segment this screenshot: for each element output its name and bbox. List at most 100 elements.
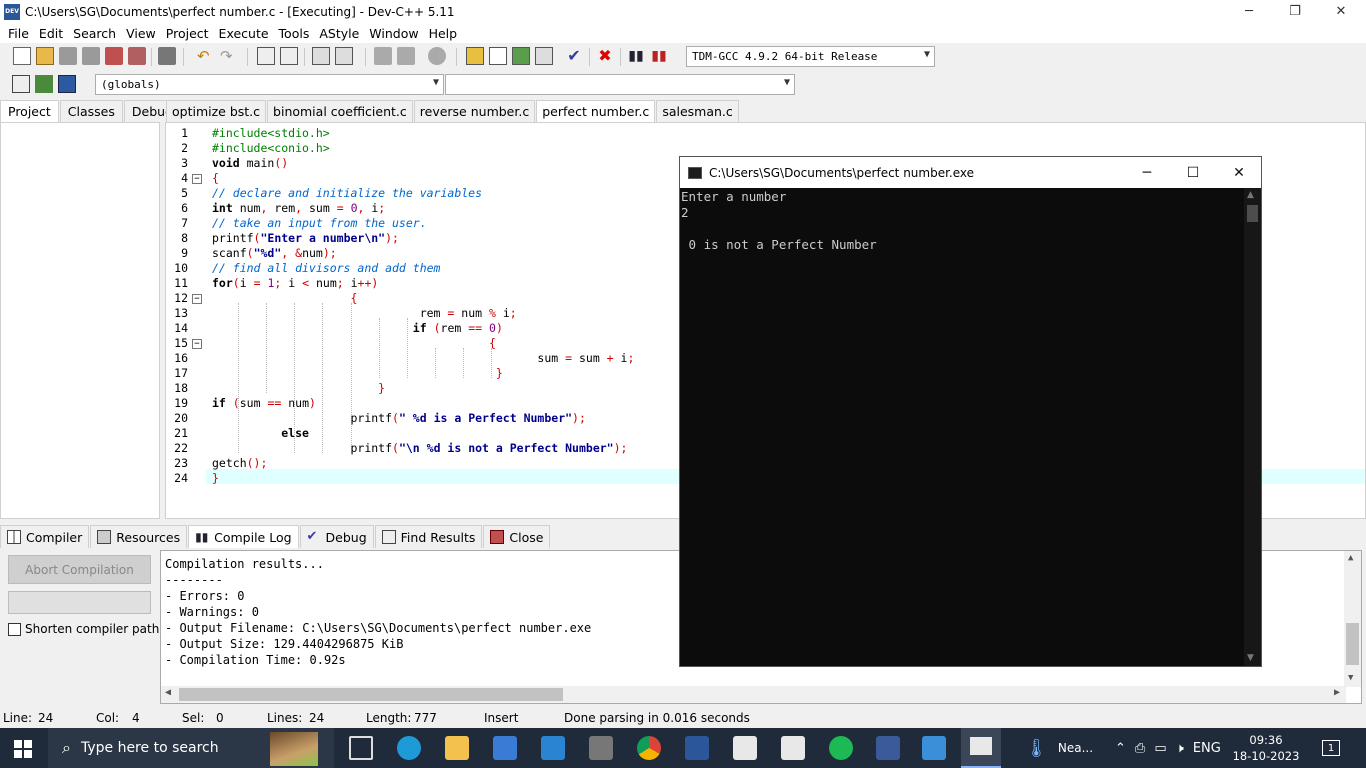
run-icon[interactable]	[489, 47, 507, 65]
console-minimize-button[interactable]: ─	[1124, 157, 1170, 188]
shorten-paths-checkbox[interactable]	[8, 622, 21, 636]
tab-compile-log[interactable]: ▮▮ Compile Log	[188, 525, 299, 548]
spotify-icon[interactable]	[829, 736, 853, 760]
stop-execution-icon[interactable]: ✖	[596, 47, 614, 65]
console-close-button[interactable]: ✕	[1216, 157, 1262, 188]
mail-icon[interactable]	[541, 736, 565, 760]
shorten-paths-option[interactable]: Shorten compiler paths	[8, 622, 166, 636]
tab-project[interactable]: Project	[0, 100, 59, 122]
clock-date: 18-10-2023	[1232, 749, 1300, 763]
word-icon[interactable]	[685, 736, 709, 760]
menu-project[interactable]: Project	[161, 26, 214, 41]
file-explorer-icon[interactable]	[445, 736, 469, 760]
weather-text: Nea...	[1057, 741, 1094, 755]
volume-muted-icon[interactable]: 🕨	[1176, 741, 1184, 756]
edge-browser-icon[interactable]	[397, 736, 421, 760]
code-line: else	[281, 426, 309, 440]
console-scrollbar[interactable]: ▲ ▼	[1244, 188, 1261, 666]
notification-center[interactable]: 1	[1322, 728, 1340, 768]
restore-button[interactable]: ❐	[1272, 0, 1318, 23]
menu-execute[interactable]: Execute	[214, 26, 274, 41]
menu-view[interactable]: View	[121, 26, 161, 41]
print-icon[interactable]	[158, 47, 176, 65]
menu-tools[interactable]: Tools	[274, 26, 315, 41]
weather-widget[interactable]: 🌡 Nea...	[1025, 728, 1093, 768]
open-file-icon[interactable]	[36, 47, 54, 65]
file-tab-salesman[interactable]: salesman.c	[656, 100, 739, 122]
syntax-check-icon[interactable]: ✔	[565, 47, 583, 65]
unindent-icon[interactable]	[374, 47, 392, 65]
redo-icon[interactable]: ↷	[220, 47, 238, 65]
chrome-icon[interactable]	[637, 736, 661, 760]
network-icon[interactable]: ⎙	[1135, 741, 1145, 756]
line-number: 20	[174, 411, 188, 425]
delete-profile-icon[interactable]: ▮▮	[650, 47, 668, 65]
tab-close[interactable]: Close	[483, 525, 551, 548]
minimize-button[interactable]: ─	[1226, 0, 1272, 23]
close-file-icon[interactable]	[105, 47, 123, 65]
window-titlebar: DEV C:\Users\SG\Documents\perfect number…	[0, 0, 1366, 23]
notepad-icon[interactable]	[733, 736, 757, 760]
scope-select[interactable]: (globals) ▼	[95, 74, 444, 95]
menu-file[interactable]: File	[3, 26, 34, 41]
tab-debug-output[interactable]: ✔ Debug	[299, 525, 374, 548]
console-taskbar-button[interactable]	[961, 728, 1001, 768]
fold-marker-icon[interactable]: −	[192, 174, 202, 184]
menu-search[interactable]: Search	[68, 26, 121, 41]
file-tab-perfect-number[interactable]: perfect number.c	[536, 100, 656, 122]
file-tab-reverse-number[interactable]: reverse number.c	[413, 100, 536, 122]
console-maximize-button[interactable]: ☐	[1170, 157, 1216, 188]
insert-icon[interactable]	[35, 75, 53, 93]
save-icon[interactable]	[59, 47, 77, 65]
undo-icon[interactable]: ↶	[197, 47, 215, 65]
tab-compiler[interactable]: Compiler	[0, 525, 90, 548]
replace-icon[interactable]	[280, 47, 298, 65]
close-button[interactable]: ✕	[1318, 0, 1364, 23]
toggle-comment-icon[interactable]	[397, 47, 415, 65]
abort-compilation-button[interactable]: Abort Compilation	[8, 555, 151, 584]
rebuild-all-icon[interactable]	[535, 47, 553, 65]
compile-icon[interactable]	[466, 47, 484, 65]
find-icon[interactable]	[257, 47, 275, 65]
fold-marker-icon[interactable]: −	[192, 339, 202, 349]
toggle-icon[interactable]	[58, 75, 76, 93]
windows-start-icon[interactable]	[14, 740, 32, 758]
document-icon[interactable]	[781, 736, 805, 760]
tab-find-results[interactable]: Find Results	[374, 525, 483, 548]
tab-classes[interactable]: Classes	[59, 100, 123, 122]
menu-window[interactable]: Window	[364, 26, 423, 41]
chevron-up-icon[interactable]: ⌃	[1115, 741, 1126, 756]
goto-line-icon[interactable]	[312, 47, 330, 65]
menu-edit[interactable]: Edit	[34, 26, 68, 41]
member-select[interactable]: ▼	[445, 74, 795, 95]
toggle-bookmark-icon[interactable]	[428, 47, 446, 65]
taskbar-clock[interactable]: 09:36 18-10-2023	[1232, 732, 1300, 764]
console-output[interactable]: Enter a number 2 0 is not a Perfect Numb…	[680, 188, 1245, 666]
menu-help[interactable]: Help	[424, 26, 463, 41]
taskbar-search-box[interactable]: ⌕ Type here to search	[48, 728, 334, 768]
log-vertical-scrollbar[interactable]: ▲ ▼	[1344, 551, 1361, 687]
menu-astyle[interactable]: AStyle	[314, 26, 364, 41]
indent-icon[interactable]	[335, 47, 353, 65]
photos-icon[interactable]	[922, 736, 946, 760]
devcpp-taskbar-icon[interactable]	[876, 736, 900, 760]
compile-run-icon[interactable]	[512, 47, 530, 65]
profile-icon[interactable]: ▮▮	[627, 47, 645, 65]
file-tab-optimize-bst[interactable]: optimize bst.c	[166, 100, 267, 122]
task-view-icon[interactable]	[349, 736, 373, 760]
fold-marker-icon[interactable]: −	[192, 294, 202, 304]
battery-icon[interactable]: ▭	[1154, 741, 1166, 756]
compiler-select[interactable]: TDM-GCC 4.9.2 64-bit Release ▼	[686, 46, 935, 67]
line-number: 15	[174, 336, 188, 350]
tab-resources[interactable]: Resources	[90, 525, 188, 548]
new-class-icon[interactable]	[12, 75, 30, 93]
microsoft-store-icon[interactable]	[493, 736, 517, 760]
language-indicator[interactable]: ENG	[1193, 741, 1221, 756]
camera-icon[interactable]	[589, 736, 613, 760]
new-file-icon[interactable]	[13, 47, 31, 65]
save-all-icon[interactable]	[82, 47, 100, 65]
console-window[interactable]: C:\Users\SG\Documents\perfect number.exe…	[679, 156, 1262, 667]
file-tab-binomial-coefficient[interactable]: binomial coefficient.c	[267, 100, 413, 122]
log-horizontal-scrollbar[interactable]: ◀ ▶	[161, 686, 1346, 703]
close-all-icon[interactable]	[128, 47, 146, 65]
